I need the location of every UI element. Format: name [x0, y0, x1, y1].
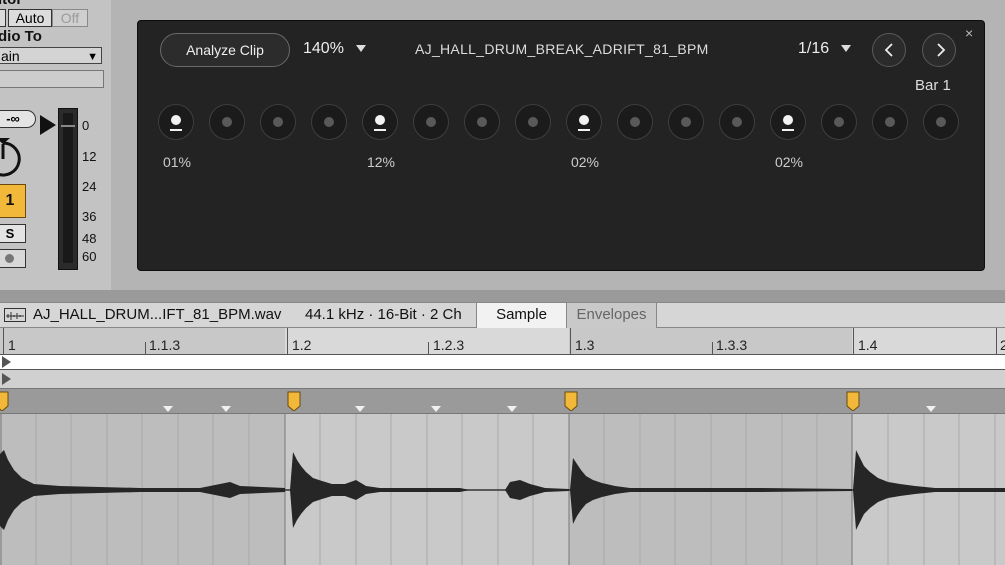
- clip-name: AJ_HALL_DRUM_BREAK_ADRIFT_81_BPM: [415, 41, 709, 57]
- step-button[interactable]: [923, 104, 959, 140]
- transient-marker-icon[interactable]: [431, 406, 441, 412]
- loop-brace[interactable]: [0, 354, 1005, 370]
- device-panel: Analyze Clip 140% AJ_HALL_DRUM_BREAK_ADR…: [137, 20, 985, 271]
- step-percent: 01%: [162, 154, 192, 170]
- step-button[interactable]: [260, 104, 296, 140]
- waveform-graphic: [0, 414, 1005, 565]
- waveform-display[interactable]: [0, 414, 1005, 565]
- step-button[interactable]: [464, 104, 500, 140]
- step-row: [158, 104, 978, 144]
- meter-scale-36: 36: [82, 209, 97, 224]
- audio-to-select[interactable]: ain ▼: [0, 47, 102, 64]
- warp-marker-icon[interactable]: [846, 391, 860, 411]
- transient-marker-icon[interactable]: [163, 406, 173, 412]
- send-value[interactable]: -∞: [0, 110, 36, 128]
- step-percent: 12%: [366, 154, 396, 170]
- chevron-right-icon: [937, 43, 946, 57]
- transient-marker-icon[interactable]: [355, 406, 365, 412]
- waveform-icon: [4, 308, 26, 322]
- audio-to-value: ain: [1, 48, 20, 64]
- chevron-down-icon: [841, 45, 852, 53]
- zoom-select[interactable]: 140%: [303, 40, 366, 58]
- audio-to-label: dio To: [0, 28, 42, 45]
- volume-meter[interactable]: [58, 108, 78, 270]
- sample-format: 44.1 kHz · 16-Bit · 2 Ch: [305, 306, 462, 323]
- chevron-down-icon: [355, 45, 366, 53]
- meter-scale-0: 0: [82, 118, 90, 133]
- beat-ruler[interactable]: 1 1.1.3 1.2 1.2.3 1.3 1.3.3 1.4 2: [0, 328, 1005, 354]
- analyze-clip-button[interactable]: Analyze Clip: [160, 33, 290, 67]
- record-icon: [5, 254, 14, 263]
- prev-bar-button[interactable]: [872, 33, 906, 67]
- monitor-auto-button[interactable]: Auto: [8, 9, 52, 27]
- view-divider[interactable]: [0, 290, 1005, 302]
- step-button[interactable]: [668, 104, 704, 140]
- step-button[interactable]: [566, 104, 602, 140]
- step-button[interactable]: [770, 104, 806, 140]
- meter-scale-60: 60: [82, 249, 97, 264]
- step-percent: 02%: [774, 154, 804, 170]
- step-button[interactable]: [209, 104, 245, 140]
- step-button[interactable]: [158, 104, 194, 140]
- sample-filename: AJ_HALL_DRUM...IFT_81_BPM.wav: [33, 306, 282, 323]
- step-button[interactable]: [311, 104, 347, 140]
- arm-button[interactable]: [0, 249, 26, 268]
- meter-scale-48: 48: [82, 231, 97, 246]
- warp-marker-icon[interactable]: [0, 391, 9, 411]
- transient-marker-icon[interactable]: [507, 406, 517, 412]
- step-button[interactable]: [362, 104, 398, 140]
- step-button[interactable]: [515, 104, 551, 140]
- monitor-label: itor: [0, 0, 22, 8]
- ruler-shade: [285, 328, 569, 354]
- bar-label: Bar 1: [915, 77, 951, 94]
- meter-scale-12: 12: [82, 149, 97, 164]
- pan-knob-icon[interactable]: [0, 138, 24, 180]
- ruler-label: 1.2: [292, 337, 312, 353]
- mixer-strip: itor Auto Off dio To ain ▼ -∞ 0 12 24 36…: [0, 0, 111, 290]
- ruler-label: 1.2.3: [433, 337, 465, 353]
- ruler-label: 1.1.3: [149, 337, 181, 353]
- step-button[interactable]: [821, 104, 857, 140]
- monitor-off-button[interactable]: Off: [52, 9, 88, 27]
- meter-scale-24: 24: [82, 179, 97, 194]
- clip-header: AJ_HALL_DRUM...IFT_81_BPM.wav 44.1 kHz ·…: [0, 302, 1005, 328]
- volume-fader-cap[interactable]: [61, 125, 75, 127]
- step-button[interactable]: [872, 104, 908, 140]
- chevron-left-icon: [884, 43, 893, 57]
- zoom-value: 140%: [303, 40, 344, 57]
- chevron-down-icon: ▼: [87, 51, 98, 63]
- transient-marker-icon[interactable]: [926, 406, 936, 412]
- ruler-label: 1.4: [858, 337, 878, 353]
- warp-marker-bar[interactable]: [0, 388, 1005, 414]
- loop-region[interactable]: [0, 370, 1005, 388]
- grid-select[interactable]: 1/16: [798, 40, 852, 58]
- step-button[interactable]: [413, 104, 449, 140]
- next-bar-button[interactable]: [922, 33, 956, 67]
- grid-value: 1/16: [798, 40, 830, 57]
- tab-sample[interactable]: Sample: [476, 303, 566, 328]
- tab-envelopes[interactable]: Envelopes: [566, 303, 657, 328]
- start-marker-icon[interactable]: [2, 356, 11, 368]
- close-icon[interactable]: ×: [965, 25, 973, 41]
- ruler-label: 1: [8, 337, 16, 353]
- transient-marker-icon[interactable]: [221, 406, 231, 412]
- warp-marker-icon[interactable]: [564, 391, 578, 411]
- audio-to-channel-select[interactable]: [0, 70, 104, 88]
- solo-button[interactable]: S: [0, 224, 26, 243]
- meter-track: [63, 113, 73, 263]
- step-percent: 02%: [570, 154, 600, 170]
- monitor-in-button[interactable]: [0, 9, 6, 27]
- warp-marker-icon[interactable]: [287, 391, 301, 411]
- ruler-label: 1.3.3: [716, 337, 748, 353]
- track-activator-button[interactable]: 1: [0, 184, 26, 218]
- play-arrow-icon[interactable]: [40, 115, 56, 135]
- loop-start-icon[interactable]: [2, 373, 11, 385]
- ruler-label: 2: [1000, 337, 1005, 353]
- step-button[interactable]: [719, 104, 755, 140]
- ruler-label: 1.3: [575, 337, 595, 353]
- step-button[interactable]: [617, 104, 653, 140]
